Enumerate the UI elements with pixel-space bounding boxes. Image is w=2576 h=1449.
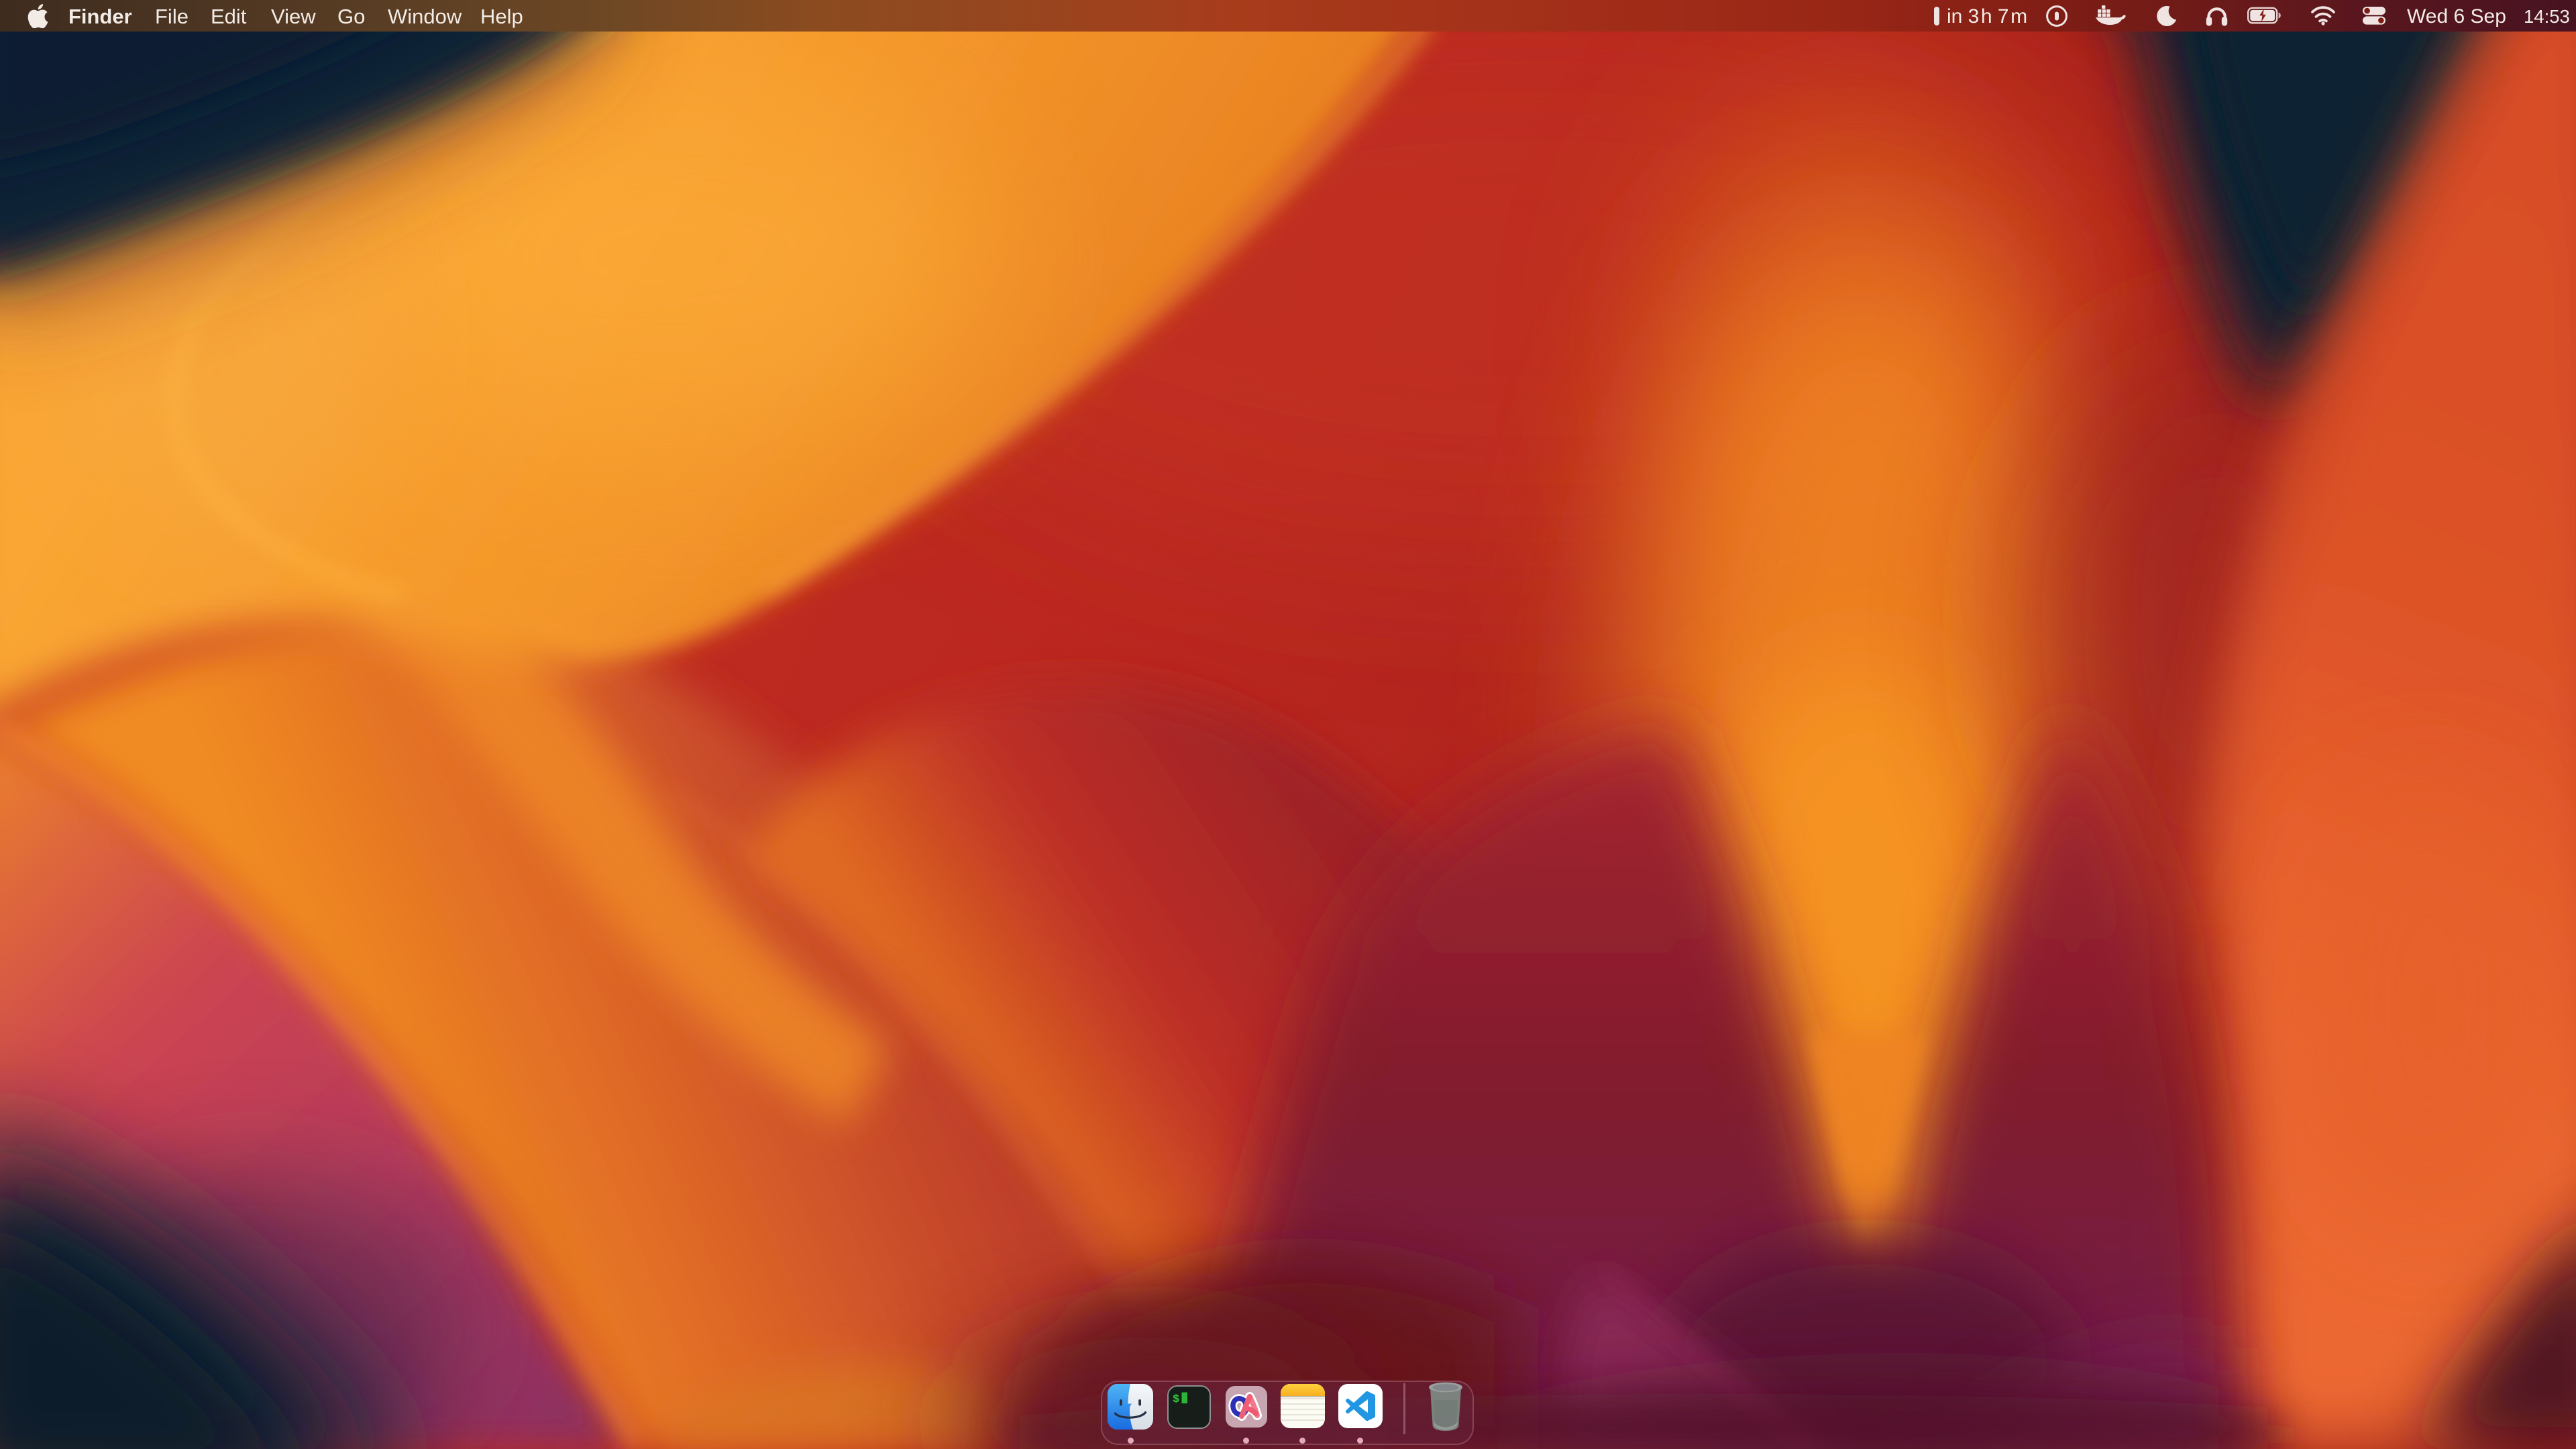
svg-text:$: $ bbox=[1173, 1393, 1179, 1406]
